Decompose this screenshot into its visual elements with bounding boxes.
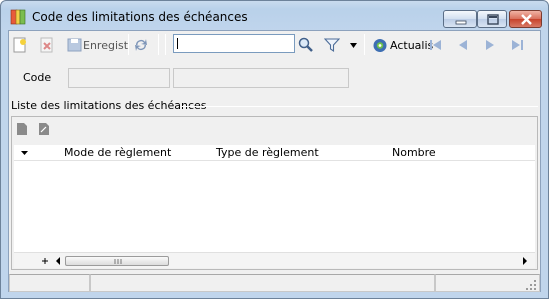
filter-icon: [324, 38, 340, 53]
horizontal-scrollbar[interactable]: [14, 252, 535, 268]
last-record-button[interactable]: [509, 34, 525, 56]
column-header-mode[interactable]: Mode de règlement: [64, 146, 171, 159]
new-document-icon: [13, 37, 26, 53]
close-button[interactable]: [509, 10, 542, 28]
save-button[interactable]: Enregist: [67, 34, 128, 56]
maximize-icon: [487, 14, 499, 25]
next-record-button[interactable]: [482, 34, 498, 56]
window: Code des limitations des échéances Enreg…: [0, 0, 549, 299]
first-record-icon: [430, 40, 441, 50]
column-header-type[interactable]: Type de règlement: [216, 146, 319, 159]
minimize-icon: [455, 20, 467, 25]
scroll-right-icon[interactable]: [521, 255, 529, 267]
previous-record-button[interactable]: [455, 34, 471, 56]
client-area: Enregist Actualis Code Liste des limitat…: [8, 30, 541, 292]
search-input[interactable]: [173, 34, 295, 53]
grid-header: Mode de règlement Type de règlement Nomb…: [14, 145, 535, 161]
title-bar[interactable]: Code des limitations des échéances: [1, 1, 548, 31]
new-button[interactable]: [12, 34, 28, 56]
chevron-down-icon: [21, 151, 28, 155]
delete-button[interactable]: [39, 34, 55, 56]
limitations-grid: Mode de règlement Type de règlement Nomb…: [11, 116, 538, 270]
search-button[interactable]: [298, 34, 314, 56]
grid-body[interactable]: [14, 161, 535, 252]
minimize-button[interactable]: [443, 10, 477, 28]
column-chooser[interactable]: [14, 145, 36, 161]
update-button[interactable]: Actualis: [372, 34, 433, 56]
maximize-button[interactable]: [477, 10, 507, 28]
resize-grip-icon[interactable]: [526, 280, 536, 290]
status-bar: [9, 274, 540, 292]
refresh-icon: [135, 39, 147, 51]
toolbar-separator: [364, 34, 365, 55]
close-icon: [521, 14, 532, 25]
refresh-button[interactable]: [132, 34, 150, 56]
save-label: Enregist: [83, 38, 129, 52]
grip-icon: [114, 259, 122, 264]
grid-toolbar: [16, 122, 50, 136]
column-header-count[interactable]: Nombre: [392, 146, 436, 159]
next-record-icon: [486, 40, 494, 50]
code-label: Code: [23, 71, 52, 84]
save-icon: [67, 38, 82, 52]
toolbar-separator: [128, 34, 129, 55]
scroll-left-icon[interactable]: [54, 255, 62, 267]
add-row-icon[interactable]: [16, 122, 28, 136]
first-record-button[interactable]: [428, 34, 444, 56]
previous-record-icon: [459, 40, 467, 50]
toolbar-separator: [158, 34, 159, 55]
toolbar-separator: [165, 34, 166, 55]
update-icon: [373, 38, 387, 52]
edit-row-icon[interactable]: [38, 122, 50, 136]
code-field[interactable]: [68, 68, 170, 88]
status-cell: [9, 274, 90, 292]
status-cell: [435, 274, 540, 292]
description-field[interactable]: [173, 68, 349, 88]
toolbar: Enregist Actualis: [9, 31, 540, 59]
list-section-title: Liste des limitations des échéances: [11, 99, 207, 112]
status-cell: [90, 274, 435, 292]
search-icon: [298, 37, 313, 52]
filter-dropdown[interactable]: [349, 34, 358, 56]
delete-icon: [40, 37, 53, 53]
section-divider: [181, 106, 538, 107]
scrollbar-thumb[interactable]: [65, 256, 169, 266]
update-label: Actualis: [390, 38, 434, 52]
add-icon[interactable]: [40, 255, 50, 267]
chevron-down-icon: [350, 42, 357, 48]
last-record-icon: [512, 40, 523, 50]
filter-button[interactable]: [324, 34, 340, 56]
app-icon: [10, 9, 26, 25]
window-title: Code des limitations des échéances: [32, 10, 248, 24]
